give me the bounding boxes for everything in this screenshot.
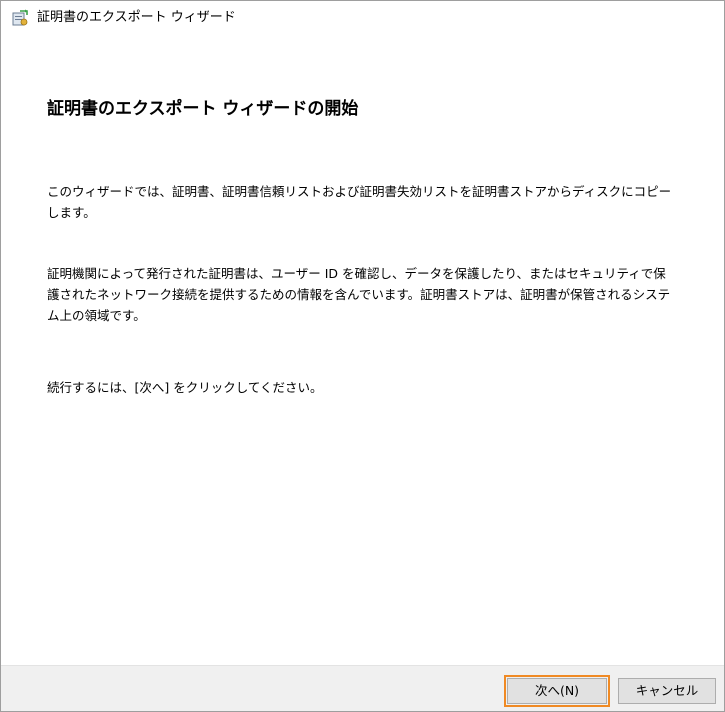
- certificate-wizard-icon: [12, 9, 28, 26]
- description-paragraph-2: 証明機関によって発行された証明書は、ユーザー ID を確認し、データを保護したり…: [47, 266, 671, 323]
- page-title: 証明書のエクスポート ウィザードの開始: [47, 99, 359, 119]
- continue-instruction: 続行するには、[次へ] をクリックしてください。: [47, 380, 323, 395]
- window-title: 証明書のエクスポート ウィザード: [37, 10, 236, 25]
- wizard-window: 証明書のエクスポート ウィザード 証明書のエクスポート ウィザードの開始 このウ…: [0, 0, 725, 712]
- next-button[interactable]: 次へ(N): [504, 675, 610, 707]
- title-bar[interactable]: 証明書のエクスポート ウィザード: [1, 1, 724, 37]
- description-paragraph-1: このウィザードでは、証明書、証明書信頼リストおよび証明書失効リストを証明書ストア…: [47, 184, 672, 220]
- button-bar: 次へ(N) キャンセル: [1, 665, 724, 711]
- cancel-button[interactable]: キャンセル: [618, 678, 716, 704]
